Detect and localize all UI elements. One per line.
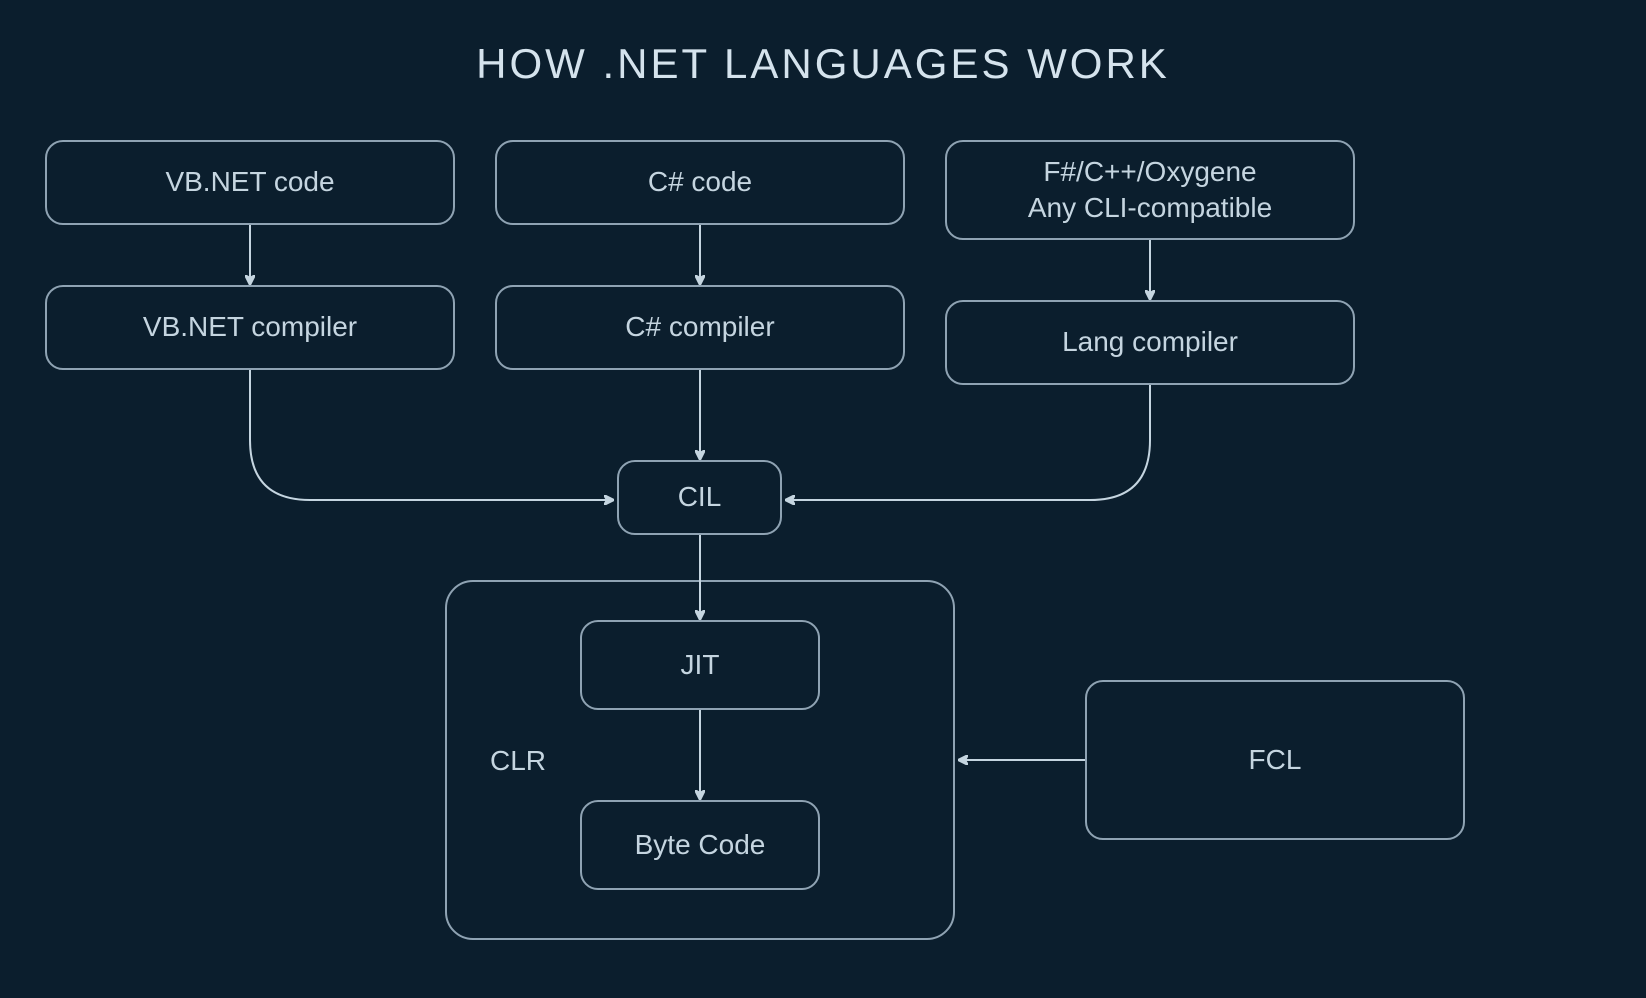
node-byte-code: Byte Code	[580, 800, 820, 890]
node-csharp-compiler: C# compiler	[495, 285, 905, 370]
node-label: Lang compiler	[1062, 324, 1238, 360]
node-label: C# code	[648, 164, 752, 200]
node-csharp-code: C# code	[495, 140, 905, 225]
node-label: JIT	[681, 647, 720, 683]
node-label: Byte Code	[635, 827, 766, 863]
diagram-title: HOW .NET LANGUAGES WORK	[0, 40, 1646, 88]
node-label-line1: F#/C++/Oxygene	[1043, 154, 1256, 190]
node-cil: CIL	[617, 460, 782, 535]
node-vbnet-compiler: VB.NET compiler	[45, 285, 455, 370]
node-label: C# compiler	[625, 309, 774, 345]
node-label: VB.NET compiler	[143, 309, 357, 345]
node-fcl: FCL	[1085, 680, 1465, 840]
node-vbnet-code: VB.NET code	[45, 140, 455, 225]
node-lang-compiler: Lang compiler	[945, 300, 1355, 385]
node-label: CIL	[678, 479, 722, 515]
node-clr-label: CLR	[490, 745, 546, 777]
node-label: VB.NET code	[165, 164, 334, 200]
node-other-code: F#/C++/Oxygene Any CLI-compatible	[945, 140, 1355, 240]
node-jit: JIT	[580, 620, 820, 710]
node-label-line2: Any CLI-compatible	[1028, 190, 1272, 226]
node-label: FCL	[1249, 742, 1302, 778]
